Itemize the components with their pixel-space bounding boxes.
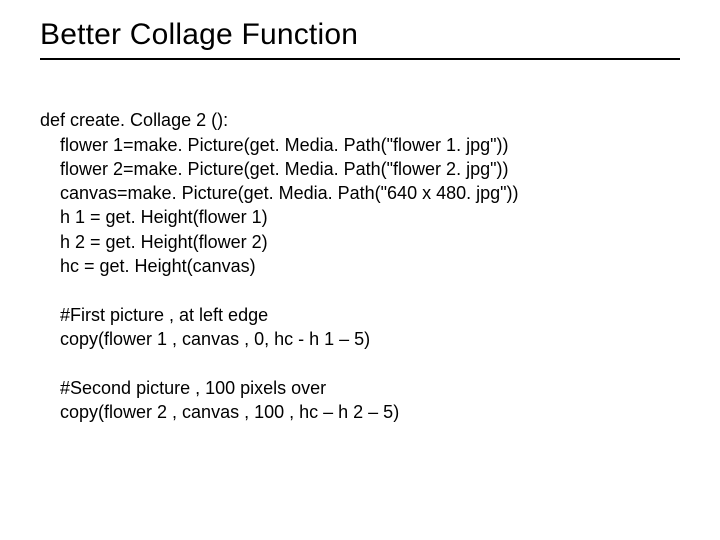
slide-title: Better Collage Function	[40, 18, 680, 60]
code-line: h 2 = get. Height(flower 2)	[40, 232, 268, 252]
code-line: flower 1=make. Picture(get. Media. Path(…	[40, 135, 508, 155]
code-line: h 1 = get. Height(flower 1)	[40, 207, 268, 227]
code-block: def create. Collage 2 (): flower 1=make.…	[40, 84, 680, 448]
code-line: #First picture , at left edge	[40, 305, 268, 325]
slide: Better Collage Function def create. Coll…	[0, 0, 720, 540]
code-line: copy(flower 2 , canvas , 100 , hc – h 2 …	[40, 402, 399, 422]
code-line: def create. Collage 2 ():	[40, 110, 228, 130]
code-line: hc = get. Height(canvas)	[40, 256, 256, 276]
code-line: flower 2=make. Picture(get. Media. Path(…	[40, 159, 508, 179]
code-line: canvas=make. Picture(get. Media. Path("6…	[40, 183, 519, 203]
code-line: #Second picture , 100 pixels over	[40, 378, 326, 398]
code-line: copy(flower 1 , canvas , 0, hc - h 1 – 5…	[40, 329, 370, 349]
